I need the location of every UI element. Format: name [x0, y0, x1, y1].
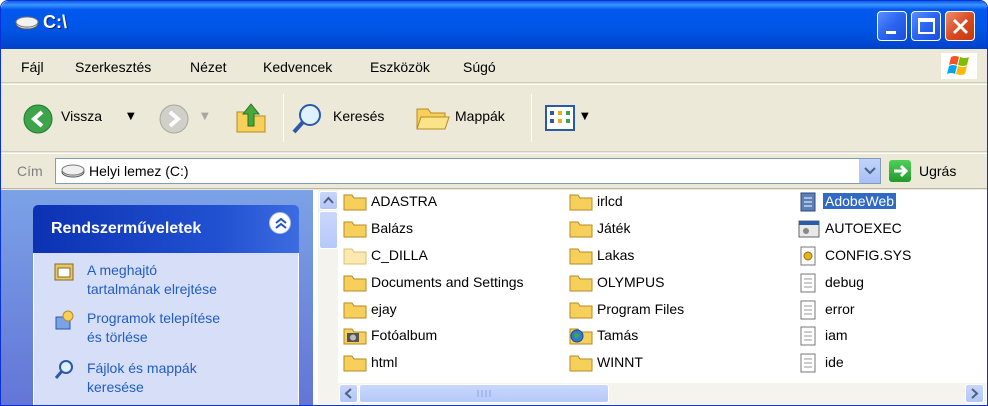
- folder-icon: [569, 194, 593, 211]
- menu-tools[interactable]: Eszközök: [370, 59, 430, 75]
- folder-icon: [569, 221, 593, 238]
- text-file-icon: [800, 273, 816, 293]
- scroll-up-button[interactable]: [319, 191, 338, 210]
- chevron-left-icon: [344, 388, 352, 399]
- window-title: C:\: [43, 12, 67, 32]
- views-dropdown-icon[interactable]: ▼: [581, 111, 589, 122]
- folder-icon: [343, 275, 367, 292]
- search-button[interactable]: Keresés: [333, 108, 384, 124]
- collapse-button[interactable]: [269, 212, 291, 234]
- close-icon: [952, 18, 969, 35]
- minimize-button[interactable]: [877, 11, 907, 41]
- back-button[interactable]: Vissza: [61, 108, 102, 124]
- windows-logo-icon: [941, 53, 977, 79]
- maximize-button[interactable]: [911, 11, 941, 41]
- horizontal-scroll-thumb[interactable]: [359, 384, 609, 403]
- back-dropdown-icon[interactable]: ▼: [127, 111, 135, 122]
- scroll-right-button[interactable]: [965, 384, 984, 403]
- add-remove-programs-icon: [55, 310, 74, 330]
- folder-icon: [343, 221, 367, 238]
- folder-icon: [569, 275, 593, 292]
- batch-file-icon: [798, 220, 820, 238]
- menu-file[interactable]: Fájl: [21, 59, 44, 75]
- up-folder-icon[interactable]: [233, 100, 269, 136]
- toolbar-separator: [283, 94, 284, 142]
- address-dropdown-button[interactable]: [859, 159, 880, 183]
- chevron-down-icon: [864, 167, 876, 175]
- folders-button[interactable]: Mappák: [455, 108, 505, 124]
- text-file-icon: [800, 300, 816, 320]
- menu-favorites[interactable]: Kedvencek: [263, 59, 332, 75]
- explorer-window: C:\ Fájl Szerkesztés Nézet Kedvencek Esz…: [0, 0, 988, 406]
- search-icon: [54, 360, 73, 379]
- hide-drive-contents-link[interactable]: A meghajtó tartalmának elrejtése: [87, 261, 287, 299]
- back-icon[interactable]: [23, 104, 53, 134]
- scroll-left-button[interactable]: [339, 384, 358, 403]
- address-label: Cím: [17, 163, 43, 179]
- title-bar[interactable]: C:\: [1, 1, 987, 49]
- toolbar-separator: [531, 94, 532, 142]
- text-file-icon: [800, 326, 816, 346]
- folder-icon: [569, 302, 593, 319]
- folder-icon: [569, 355, 593, 372]
- folder-icon: [343, 194, 367, 211]
- chevron-right-icon: [971, 388, 979, 399]
- go-button[interactable]: Ugrás: [919, 163, 956, 179]
- config-file-icon: [800, 246, 816, 266]
- minimize-icon: [886, 31, 896, 34]
- folder-icon: [343, 355, 367, 372]
- folder-icon: [569, 248, 593, 265]
- address-value[interactable]: Helyi lemez (C:): [89, 163, 189, 179]
- grip-icon: [477, 390, 491, 397]
- close-button[interactable]: [945, 11, 975, 41]
- shared-folder-icon: [569, 328, 593, 345]
- hide-drive-icon: [54, 263, 74, 281]
- vertical-scroll-thumb[interactable]: [319, 211, 338, 249]
- folders-icon[interactable]: [415, 101, 451, 133]
- text-file-icon: [800, 353, 816, 373]
- search-files-link[interactable]: Fájlok és mappák keresése: [87, 359, 287, 397]
- chevron-up-icon: [323, 196, 334, 204]
- forward-icon[interactable]: [159, 104, 189, 134]
- menu-edit[interactable]: Szerkesztés: [75, 59, 151, 75]
- folder-icon: [343, 248, 367, 265]
- drive-icon: [15, 16, 39, 30]
- menu-help[interactable]: Súgó: [463, 59, 496, 75]
- forward-dropdown-icon[interactable]: ▼: [201, 111, 209, 122]
- search-icon[interactable]: [291, 103, 323, 135]
- views-icon[interactable]: [545, 105, 575, 131]
- folder-icon: [343, 302, 367, 319]
- chevron-up-icon: [275, 217, 287, 229]
- add-remove-programs-link[interactable]: Programok telepítése és törlése: [87, 309, 287, 347]
- go-arrow-icon[interactable]: [889, 160, 911, 182]
- system-tasks-title: Rendszerműveletek: [51, 220, 202, 237]
- menu-view[interactable]: Nézet: [190, 59, 227, 75]
- drive-icon: [61, 164, 85, 178]
- camera-folder-icon: [343, 328, 367, 345]
- document-icon: [800, 192, 816, 212]
- maximize-icon: [918, 18, 935, 34]
